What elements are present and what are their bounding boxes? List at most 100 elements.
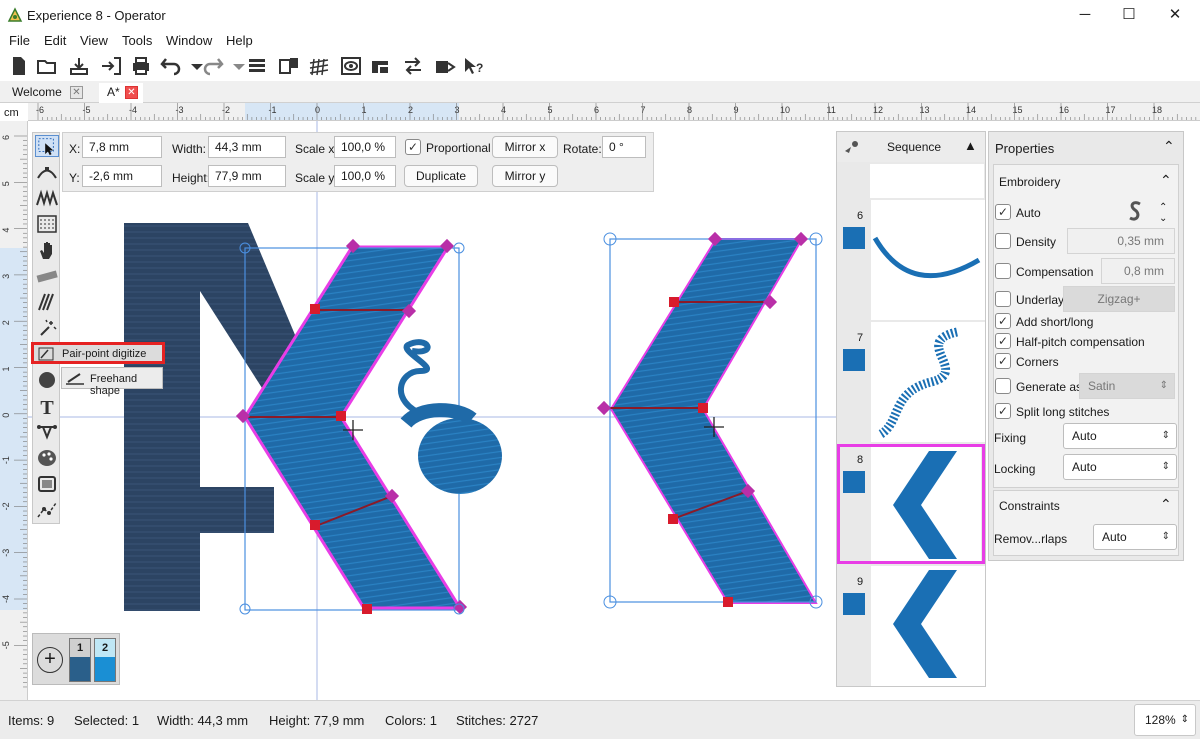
stitch-handle[interactable]	[362, 604, 372, 614]
menu-window[interactable]: Window	[166, 33, 212, 48]
x-input[interactable]: 7,8 mm	[82, 136, 162, 158]
save-icon[interactable]	[68, 55, 90, 77]
sequence-view-icon[interactable]	[246, 55, 268, 77]
status-colors: Colors: 1	[385, 713, 438, 728]
group-icon[interactable]	[278, 55, 300, 77]
generate-as-select[interactable]: Satin ⇕	[1079, 373, 1175, 399]
close-window-button[interactable]: ✕	[1152, 0, 1198, 30]
help-cursor-icon[interactable]: ?	[462, 55, 484, 77]
stitch-tool-icon[interactable]	[35, 187, 59, 209]
redo-icon[interactable]	[202, 55, 224, 77]
stitch-handle[interactable]	[336, 411, 346, 421]
mirror-x-button[interactable]: Mirror x	[492, 136, 558, 158]
compensation-input[interactable]: 0,8 mm	[1101, 258, 1175, 284]
scale-y-input[interactable]: 100,0 %	[334, 165, 396, 187]
stitch-handle[interactable]	[668, 514, 678, 524]
generate-as-checkbox[interactable]	[995, 378, 1011, 394]
duplicate-button[interactable]: Duplicate	[404, 165, 478, 187]
corners-checkbox[interactable]: ✓	[995, 353, 1011, 369]
hand-tool-icon[interactable]	[35, 239, 59, 261]
zoom-select[interactable]: 128% ⇕	[1134, 704, 1196, 736]
print-icon[interactable]	[130, 55, 152, 77]
constraints-collapse-icon[interactable]: ⌃	[1160, 496, 1172, 513]
close-tab-welcome-icon[interactable]: ✕	[70, 86, 83, 99]
freehand-shape-menu-item[interactable]: Freehand shape	[61, 367, 163, 397]
stitch-type-spin-icon[interactable]: ⌃ ⌄	[1159, 202, 1167, 224]
machine-icon[interactable]	[370, 55, 392, 77]
design-canvas[interactable]	[28, 121, 836, 700]
frame-tool-icon[interactable]	[35, 473, 59, 495]
stitch-handle[interactable]	[669, 297, 679, 307]
magic-wand-tool-icon[interactable]	[35, 317, 59, 339]
stitch-handle[interactable]	[723, 597, 733, 607]
add-short-long-checkbox[interactable]: ✓	[995, 313, 1011, 329]
palette-swatch-2[interactable]: 2	[94, 638, 116, 682]
split-long-checkbox[interactable]: ✓	[995, 403, 1011, 419]
palette-swatch-1[interactable]: 1	[69, 638, 91, 682]
pair-point-digitize-menu-item[interactable]: Pair-point digitize	[31, 342, 165, 364]
scale-x-input[interactable]: 100,0 %	[334, 136, 396, 158]
tab-document[interactable]: A* ✕	[99, 83, 143, 103]
undo-icon[interactable]	[160, 55, 182, 77]
underlay-button[interactable]: Zigzag+	[1063, 286, 1175, 312]
height-input[interactable]: 77,9 mm	[208, 165, 286, 187]
remove-overlaps-select[interactable]: Auto ⇕	[1093, 524, 1177, 550]
width-input[interactable]: 44,3 mm	[208, 136, 286, 158]
grid-icon[interactable]	[308, 55, 330, 77]
mirror-y-button[interactable]: Mirror y	[492, 165, 558, 187]
node-edit-tool-icon[interactable]	[35, 161, 59, 183]
auto-checkbox[interactable]: ✓	[995, 204, 1011, 220]
open-folder-icon[interactable]	[36, 55, 58, 77]
sequence-row[interactable]: 6	[837, 200, 985, 320]
import-icon[interactable]	[100, 55, 122, 77]
stitch-handle[interactable]	[596, 400, 612, 416]
minimize-button[interactable]: ─	[1062, 0, 1108, 30]
ruler-tick-label: 16	[1059, 105, 1069, 115]
send-machine-icon[interactable]	[434, 55, 456, 77]
maximize-button[interactable]: ☐	[1106, 0, 1152, 30]
menu-view[interactable]: View	[80, 33, 108, 48]
locking-select[interactable]: Auto ⇕	[1063, 454, 1177, 480]
stitch-handle[interactable]	[310, 520, 320, 530]
preview-icon[interactable]	[340, 55, 362, 77]
density-checkbox[interactable]	[995, 233, 1011, 249]
menu-file[interactable]: File	[9, 33, 30, 48]
sequence-options-icon[interactable]	[843, 139, 861, 155]
fixing-select[interactable]: Auto ⇕	[1063, 423, 1177, 449]
menu-help[interactable]: Help	[226, 33, 253, 48]
convert-icon[interactable]	[402, 55, 424, 77]
density-input[interactable]: 0,35 mm	[1067, 228, 1175, 254]
sequence-row-selected[interactable]: 8	[837, 444, 985, 564]
circle-tool-icon[interactable]	[35, 369, 59, 391]
underlay-checkbox[interactable]	[995, 291, 1011, 307]
path-tool-icon[interactable]	[35, 499, 59, 521]
measure-tool-icon[interactable]	[35, 265, 59, 287]
sequence-row[interactable]: 7	[837, 322, 985, 442]
tab-welcome[interactable]: Welcome ✕	[4, 83, 88, 103]
palette-tool-icon[interactable]	[35, 447, 59, 469]
sequence-row[interactable]: 9	[837, 566, 985, 686]
squiggle-ornament[interactable]	[398, 339, 502, 494]
proportional-checkbox[interactable]: ✓	[405, 139, 421, 155]
embroidery-collapse-icon[interactable]: ⌃	[1160, 172, 1172, 189]
select-tool-icon[interactable]	[35, 135, 59, 157]
stitch-handle[interactable]	[310, 304, 320, 314]
sequence-collapse-icon[interactable]: ▲	[964, 138, 977, 153]
y-input[interactable]: -2,6 mm	[82, 165, 162, 187]
monogram-tool-icon[interactable]	[35, 421, 59, 443]
menu-tools[interactable]: Tools	[122, 33, 152, 48]
properties-collapse-icon[interactable]: ⌃	[1163, 138, 1175, 155]
compensation-checkbox[interactable]	[995, 263, 1011, 279]
new-file-icon[interactable]	[8, 55, 30, 77]
close-tab-document-icon[interactable]: ✕	[125, 86, 138, 99]
right-chevron-object[interactable]	[596, 231, 823, 609]
menu-edit[interactable]: Edit	[44, 33, 66, 48]
text-tool-icon[interactable]: T	[35, 395, 59, 417]
manual-stitch-tool-icon[interactable]	[35, 291, 59, 313]
fill-pattern-tool-icon[interactable]	[35, 213, 59, 235]
add-color-button[interactable]: +	[37, 647, 63, 673]
stitch-handle[interactable]	[698, 403, 708, 413]
half-pitch-checkbox[interactable]: ✓	[995, 333, 1011, 349]
add-short-long-label: Add short/long	[1016, 315, 1094, 329]
rotate-input[interactable]: 0 °	[602, 136, 646, 158]
